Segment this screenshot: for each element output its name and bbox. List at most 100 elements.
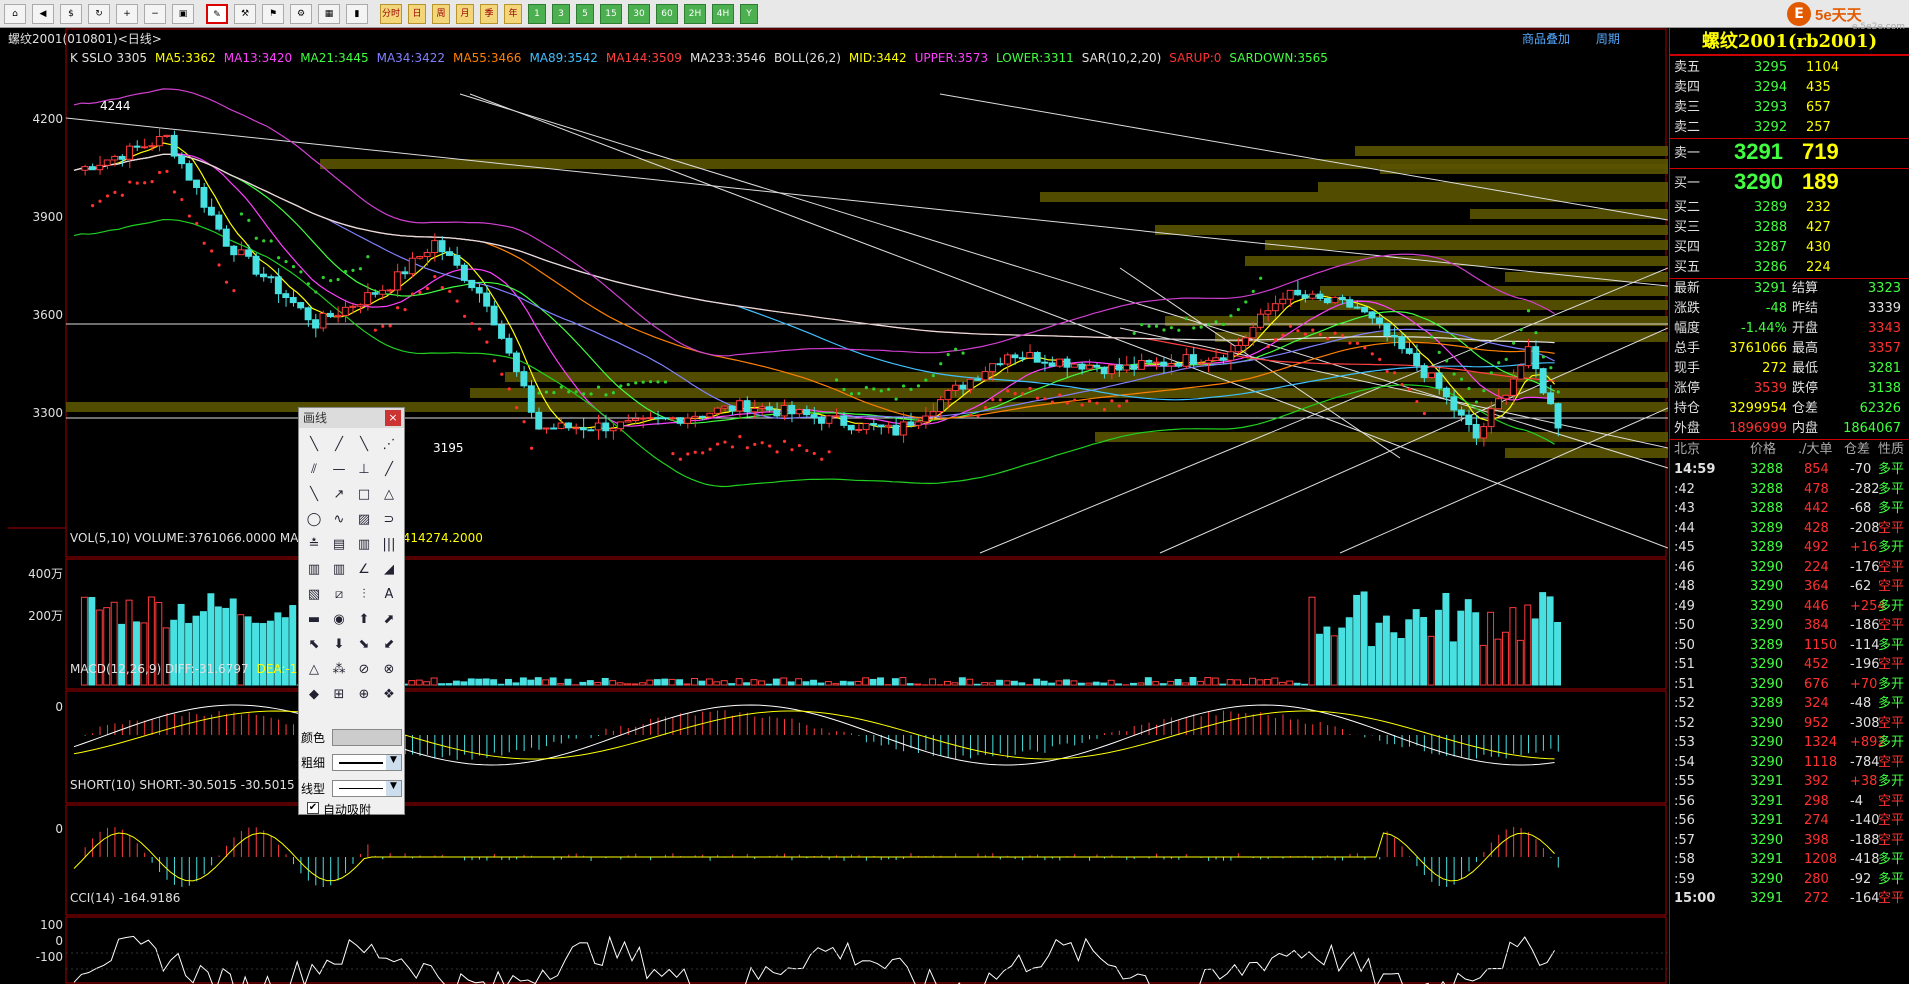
speed-icon[interactable]: ▥ <box>303 559 325 581</box>
line-width-select[interactable]: ▼ <box>332 754 402 771</box>
down-arrow-icon[interactable]: ⬇ <box>328 634 350 656</box>
toolbar-button-5[interactable]: 5 <box>576 4 594 24</box>
gann-fan-icon[interactable]: ◢ <box>378 559 400 581</box>
indicator-icon[interactable]: ⚑ <box>262 4 284 24</box>
line-style-select[interactable]: ▼ <box>332 780 402 797</box>
up-right-arrow-icon[interactable]: ⬈ <box>378 609 400 631</box>
sar-dot <box>351 268 355 272</box>
ellipse-icon[interactable]: ◯ <box>303 509 325 531</box>
tile-icon[interactable]: ⊞ <box>328 684 350 706</box>
toolbar-button-60[interactable]: 60 <box>656 4 678 24</box>
toolbar-button-Y[interactable]: Y <box>740 4 758 24</box>
toolbar-button-月[interactable]: 月 <box>456 4 474 24</box>
angle-line-icon[interactable]: ╲ <box>303 484 325 506</box>
box-icon[interactable]: ▧ <box>303 584 325 606</box>
close-icon[interactable]: × <box>385 410 401 426</box>
arc-icon[interactable]: ⊃ <box>378 509 400 531</box>
sar-dot <box>790 448 794 452</box>
wave-icon[interactable]: ∿ <box>328 509 350 531</box>
row-label: 买四 <box>1674 240 1701 255</box>
fan-icon[interactable]: ▨ <box>353 509 375 531</box>
toolbar-button-1[interactable]: 1 <box>528 4 546 24</box>
mark-icon[interactable]: ◆ <box>303 684 325 706</box>
color-picker[interactable] <box>332 729 402 746</box>
arrow-line-icon[interactable]: ↗ <box>328 484 350 506</box>
tick-icon[interactable]: ▮ <box>346 4 368 24</box>
toolbar-button-30[interactable]: 30 <box>628 4 650 24</box>
candle-body <box>520 371 528 387</box>
sar-dot <box>396 306 400 310</box>
kline-chart-area[interactable] <box>0 28 1668 984</box>
sell-icon[interactable]: ⁂ <box>328 659 350 681</box>
chart-canvas[interactable] <box>0 28 1668 984</box>
overlay-commodity-link[interactable]: 商品叠加 <box>1522 32 1570 46</box>
toolbar-button-周[interactable]: 周 <box>432 4 450 24</box>
legend-item: UPPER:3573 <box>914 51 989 65</box>
sar-dot <box>262 239 266 243</box>
settings-icon[interactable]: ⚙ <box>290 4 312 24</box>
candle-body <box>1450 396 1458 411</box>
ray-icon[interactable]: ╱ <box>328 434 350 456</box>
volume-bar <box>787 681 795 686</box>
ratio-icon[interactable]: ⫶ <box>353 584 375 606</box>
plus-icon[interactable]: ⊕ <box>353 684 375 706</box>
row-volume: 189 <box>1802 169 1839 194</box>
segment-icon[interactable]: ╲ <box>353 434 375 456</box>
toolbar-button-2H[interactable]: 2H <box>684 4 706 24</box>
candle-body <box>215 214 223 230</box>
candle-body <box>1048 362 1056 367</box>
draw-icon[interactable]: ✎ <box>206 4 228 24</box>
quote-icon[interactable]: $ <box>60 4 82 24</box>
buy-icon[interactable]: △ <box>303 659 325 681</box>
text-icon[interactable]: A <box>378 584 400 606</box>
star-icon[interactable]: ❖ <box>378 684 400 706</box>
toolbar-button-季[interactable]: 季 <box>480 4 498 24</box>
back-icon[interactable]: ◀ <box>32 4 54 24</box>
candle-body <box>96 164 104 171</box>
vline-icon[interactable]: ⊥ <box>353 459 375 481</box>
candle-body <box>326 312 334 318</box>
triangle-icon[interactable]: △ <box>378 484 400 506</box>
down-right-arrow-icon[interactable]: ⬊ <box>353 634 375 656</box>
zoom-fit-icon[interactable]: ▣ <box>172 4 194 24</box>
toolbar-button-日[interactable]: 日 <box>408 4 426 24</box>
toolbar-button-年[interactable]: 年 <box>504 4 522 24</box>
gann-icon[interactable]: ▥ <box>353 534 375 556</box>
down-left-arrow-icon[interactable]: ⬋ <box>378 634 400 656</box>
target-icon[interactable]: ◉ <box>328 609 350 631</box>
refresh-icon[interactable]: ↻ <box>88 4 110 24</box>
channel-icon[interactable]: ⫽ <box>303 459 325 481</box>
tick-row: :51 3290 452 -196 空平 <box>1670 655 1909 675</box>
toolbar-button-分时[interactable]: 分时 <box>380 4 402 24</box>
snap-checkbox[interactable]: ✔ <box>307 802 319 814</box>
period-link[interactable]: 周期 <box>1596 32 1620 46</box>
grid-icon[interactable]: ▤ <box>328 534 350 556</box>
ruler-icon[interactable]: ▬ <box>303 609 325 631</box>
rectangle-icon[interactable]: □ <box>353 484 375 506</box>
zoom-out-icon[interactable]: − <box>144 4 166 24</box>
up-left-arrow-icon[interactable]: ⬉ <box>303 634 325 656</box>
toolbar-button-15[interactable]: 15 <box>600 4 622 24</box>
delete-icon[interactable]: ⊗ <box>378 659 400 681</box>
tools-icon[interactable]: ⚒ <box>234 4 256 24</box>
trend-icon[interactable]: ╱ <box>378 459 400 481</box>
hline-icon[interactable]: — <box>328 459 350 481</box>
angle-icon[interactable]: ∠ <box>353 559 375 581</box>
hide-icon[interactable]: ⊘ <box>353 659 375 681</box>
line-icon[interactable]: ╲ <box>303 434 325 456</box>
zoom-in-icon[interactable]: + <box>116 4 138 24</box>
fib-icon[interactable]: ≛ <box>303 534 325 556</box>
tick-n: 空平 <box>1878 579 1905 594</box>
toolbar-button-3[interactable]: 3 <box>552 4 570 24</box>
period-icon[interactable]: ||| <box>378 534 400 556</box>
home-icon[interactable]: ⌂ <box>4 4 26 24</box>
pitchfork-icon[interactable]: ⧄ <box>328 584 350 606</box>
toolbar-button-4H[interactable]: 4H <box>712 4 734 24</box>
stat-l1: 涨停 <box>1674 381 1701 396</box>
row-price: 3293 <box>1754 100 1788 115</box>
table-icon[interactable]: ▦ <box>318 4 340 24</box>
parallel-icon[interactable]: ⋰ <box>378 434 400 456</box>
cycle-icon[interactable]: ▥ <box>328 559 350 581</box>
up-arrow-icon[interactable]: ⬆ <box>353 609 375 631</box>
sar-dot <box>321 275 325 280</box>
